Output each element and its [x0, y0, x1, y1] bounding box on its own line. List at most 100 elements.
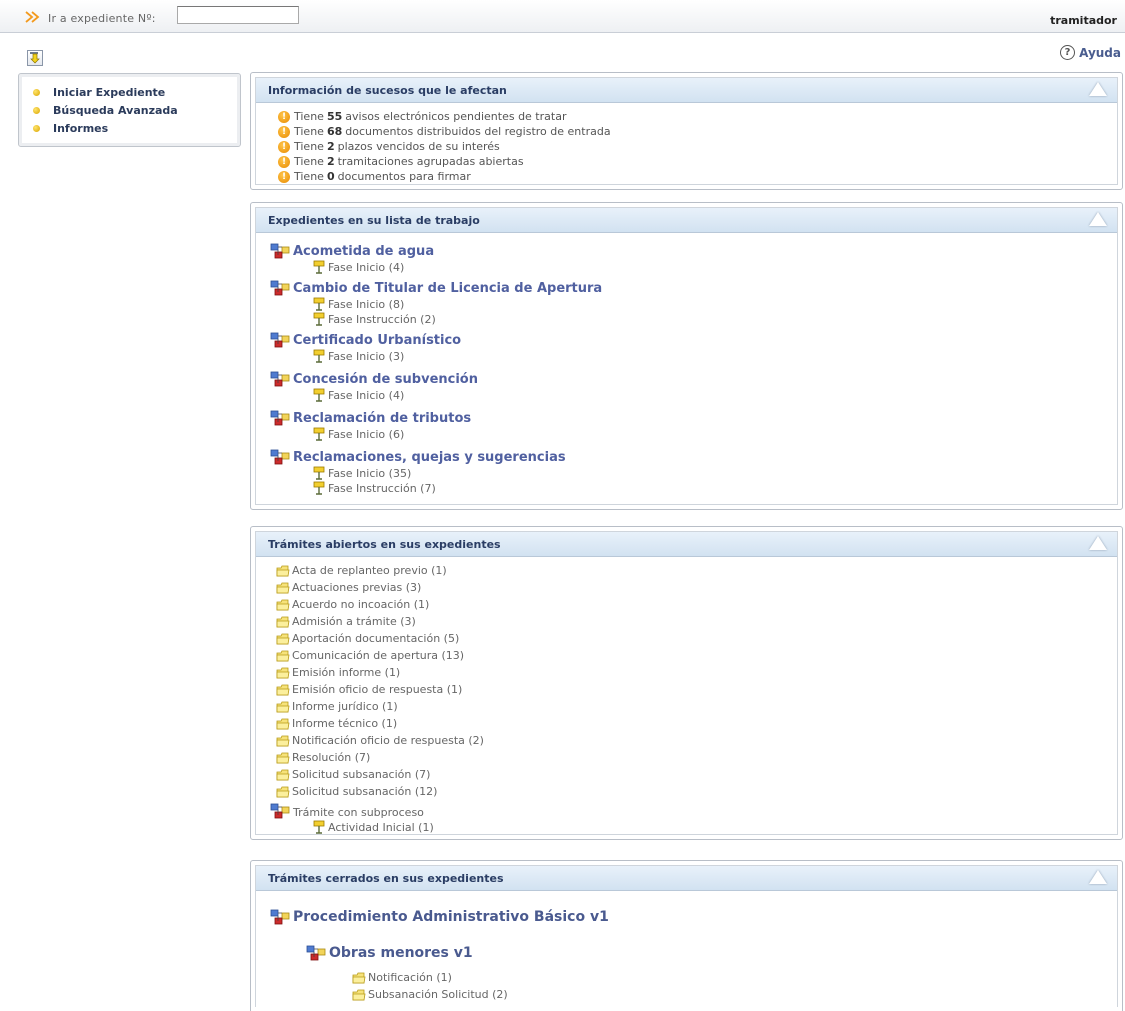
notice-item[interactable]: ! Tiene 0 documentos para firmar [256, 169, 1117, 184]
help-label: Ayuda [1079, 45, 1121, 60]
task-item[interactable]: Emisión oficio de respuesta (1) [256, 681, 1117, 698]
phase-pin-icon [312, 260, 326, 274]
phase-item[interactable]: Fase Instrucción (7) [256, 480, 1117, 495]
task-item[interactable]: Informe técnico (1) [256, 715, 1117, 732]
panel-header: Expedientes en su lista de trabajo [256, 208, 1117, 233]
phase-label: Fase Instrucción (2) [328, 313, 436, 326]
procedure-label: Certificado Urbanístico [293, 333, 462, 348]
task-item[interactable]: Subsanación Solicitud (2) [256, 986, 1117, 1003]
panel-title: Información de sucesos que le afectan [268, 84, 507, 97]
task-label: Comunicación de apertura (13) [292, 649, 465, 662]
phase-pin-icon [312, 427, 326, 441]
top-bar: Ir a expediente Nº: tramitador [0, 0, 1125, 33]
phase-item[interactable]: Fase Instrucción (2) [256, 311, 1117, 326]
task-label: Informe jurídico (1) [292, 700, 398, 713]
collapse-triangle-icon[interactable] [1089, 82, 1107, 96]
collapse-triangle-icon[interactable] [1089, 212, 1107, 226]
notice-item[interactable]: ! Tiene 55 avisos electrónicos pendientes d… [256, 109, 1117, 124]
menu-item-start-file[interactable]: Iniciar Expediente [33, 83, 240, 101]
process-tree-icon [270, 280, 292, 296]
worklist-panel: Expedientes en su lista de trabajo Acome… [250, 202, 1123, 510]
folder-icon [276, 667, 290, 679]
task-item[interactable]: Aportación documentación (5) [256, 630, 1117, 647]
notice-count: 2 [326, 155, 335, 168]
procedure-item[interactable]: Cambio de Titular de Licencia de Apertur… [256, 278, 1117, 296]
phase-item[interactable]: Fase Inicio (3) [256, 348, 1117, 363]
notice-count: 68 [326, 125, 343, 138]
subprocedure-item[interactable]: Obras menores v1 [256, 945, 1117, 961]
phase-label: Fase Inicio (8) [328, 298, 405, 311]
notice-text: avisos electrónicos pendientes de tratar [345, 110, 567, 123]
bullet-icon [33, 88, 40, 96]
task-item[interactable]: Comunicación de apertura (13) [256, 647, 1117, 664]
procedure-label: Procedimiento Administrativo Básico v1 [293, 909, 609, 925]
collapse-left-panel-button[interactable] [27, 50, 43, 66]
procedure-item[interactable]: Procedimiento Administrativo Básico v1 [256, 909, 1117, 925]
notice-item[interactable]: ! Tiene 68 documentos distribuidos del regi… [256, 124, 1117, 139]
phase-item[interactable]: Fase Inicio (6) [256, 426, 1117, 441]
task-item[interactable]: Solicitud subsanación (12) [256, 783, 1117, 800]
activity-item[interactable]: Actividad Inicial (1) [256, 819, 1117, 834]
menu-item-reports[interactable]: Informes [33, 119, 240, 137]
goto-file-input[interactable] [177, 6, 299, 24]
notice-item[interactable]: ! Tiene 2 tramitaciones agrupadas abiertas [256, 154, 1117, 169]
folder-icon [276, 616, 290, 628]
task-item[interactable]: Informe jurídico (1) [256, 698, 1117, 715]
events-panel: Información de sucesos que le afectan ! T… [250, 72, 1123, 190]
task-item[interactable]: Acuerdo no incoación (1) [256, 596, 1117, 613]
notice-text: documentos distribuidos del registro de … [345, 125, 611, 138]
phase-pin-icon [312, 466, 326, 480]
menu-item-advanced-search[interactable]: Búsqueda Avanzada [33, 101, 240, 119]
phase-item[interactable]: Fase Inicio (35) [256, 465, 1117, 480]
folder-icon [352, 989, 366, 1001]
arrow-down-icon [30, 52, 40, 64]
procedure-item[interactable]: Reclamación de tributos [256, 408, 1117, 426]
folder-icon [276, 752, 290, 764]
task-item[interactable]: Actuaciones previas (3) [256, 579, 1117, 596]
task-label: Acta de replanteo previo (1) [292, 564, 447, 577]
phase-pin-icon [312, 349, 326, 363]
double-chevron-right-icon[interactable] [24, 11, 42, 23]
folder-icon [276, 599, 290, 611]
warning-icon: ! [278, 110, 290, 123]
task-item[interactable]: Notificación oficio de respuesta (2) [256, 732, 1117, 749]
procedure-item[interactable]: Certificado Urbanístico [256, 330, 1117, 348]
notice-item[interactable]: ! Tiene 2 plazos vencidos de su interés [256, 139, 1117, 154]
task-label: Emisión oficio de respuesta (1) [292, 683, 463, 696]
phase-item[interactable]: Fase Inicio (8) [256, 296, 1117, 311]
phase-label: Fase Inicio (3) [328, 350, 405, 363]
folder-icon [276, 650, 290, 662]
collapse-triangle-icon[interactable] [1089, 536, 1107, 550]
folder-icon [276, 582, 290, 594]
notice-prefix: Tiene [294, 170, 324, 183]
procedure-item[interactable]: Acometida de agua [256, 241, 1117, 259]
task-item[interactable]: Solicitud subsanación (7) [256, 766, 1117, 783]
notice-count: 55 [326, 110, 343, 123]
task-item[interactable]: Notificación (1) [256, 969, 1117, 986]
phase-pin-icon [312, 388, 326, 402]
phase-item[interactable]: Fase Inicio (4) [256, 259, 1117, 274]
panel-header: Trámites abiertos en sus expedientes [256, 532, 1117, 557]
subprocess-item[interactable]: Trámite con subproceso [256, 800, 1117, 819]
task-item[interactable]: Admisión a trámite (3) [256, 613, 1117, 630]
collapse-triangle-icon[interactable] [1089, 870, 1107, 884]
task-label: Notificación oficio de respuesta (2) [292, 734, 484, 747]
task-item[interactable]: Emisión informe (1) [256, 664, 1117, 681]
procedure-item[interactable]: Concesión de subvención [256, 369, 1117, 387]
closed-tasks-panel: Trámites cerrados en sus expedientes Pro… [250, 860, 1123, 1011]
task-item[interactable]: Acta de replanteo previo (1) [256, 562, 1117, 579]
help-link[interactable]: ? Ayuda [1060, 45, 1121, 60]
task-label: Actuaciones previas (3) [292, 581, 422, 594]
notice-text: documentos para firmar [337, 170, 471, 183]
task-label: Subsanación Solicitud (2) [368, 988, 508, 1001]
procedure-item[interactable]: Reclamaciones, quejas y sugerencias [256, 447, 1117, 465]
notice-prefix: Tiene [294, 125, 324, 138]
phase-label: Fase Inicio (4) [328, 389, 405, 402]
bullet-icon [33, 124, 40, 132]
phase-pin-icon [312, 481, 326, 495]
folder-icon [276, 718, 290, 730]
task-item[interactable]: Resolución (7) [256, 749, 1117, 766]
folder-icon [276, 769, 290, 781]
activity-label: Actividad Inicial (1) [328, 821, 434, 834]
phase-item[interactable]: Fase Inicio (4) [256, 387, 1117, 402]
